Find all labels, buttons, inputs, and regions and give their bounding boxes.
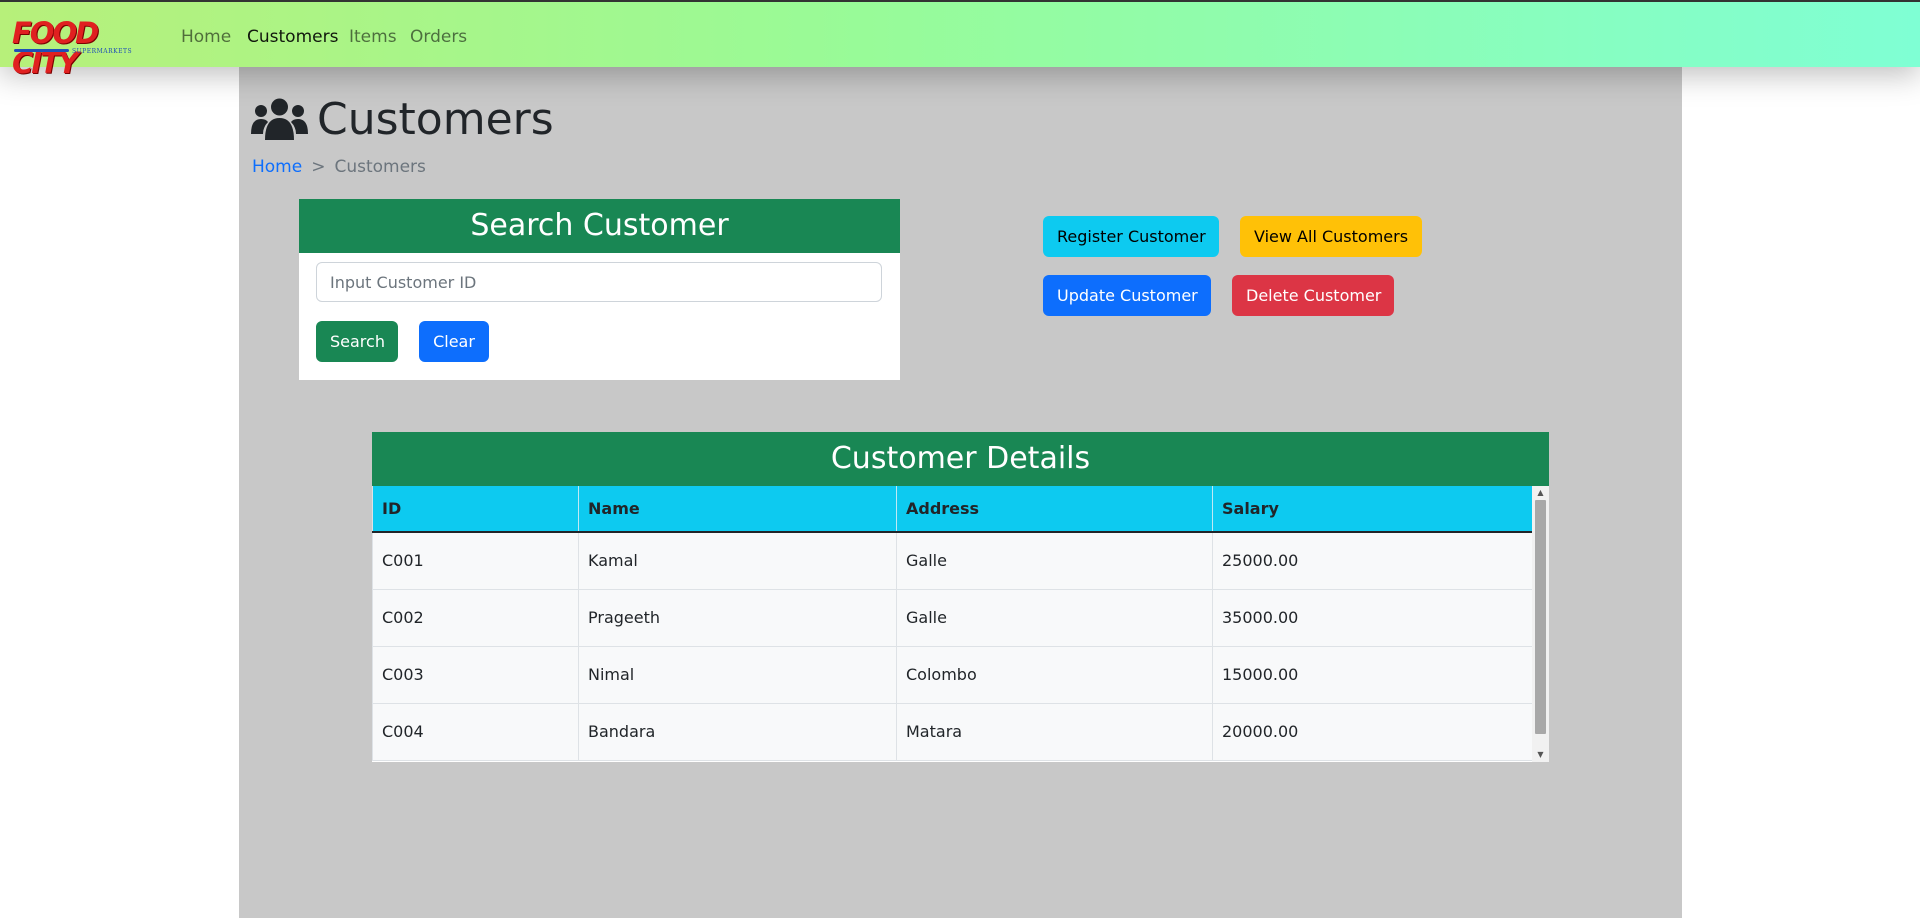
scrollbar-thumb[interactable]	[1535, 500, 1546, 734]
column-header-salary: Salary	[1212, 486, 1532, 533]
cell-name: Prageeth	[578, 589, 897, 647]
food-city-logo[interactable]: FOOD CITY SUPERMARKETS	[12, 18, 154, 78]
page-title: Customers	[317, 94, 554, 145]
column-header-address: Address	[896, 486, 1213, 533]
cell-salary: 20000.00	[1212, 703, 1532, 761]
cell-address: Galle	[896, 532, 1213, 590]
scroll-down-arrow-icon[interactable]: ▼	[1532, 748, 1549, 762]
nav-orders[interactable]: Orders	[410, 26, 467, 48]
users-icon	[251, 98, 308, 140]
cell-id: C002	[372, 589, 579, 647]
delete-customer-button[interactable]: Delete Customer	[1232, 275, 1394, 316]
customer-table-scroll-area[interactable]: ID Name Address Salary C001 Kamal Galle …	[372, 486, 1532, 762]
cell-id: C004	[372, 703, 579, 761]
column-header-name: Name	[578, 486, 897, 533]
breadcrumb-current: Customers	[334, 157, 426, 177]
cell-salary: 35000.00	[1212, 589, 1532, 647]
customer-table: ID Name Address Salary C001 Kamal Galle …	[372, 486, 1532, 761]
customer-id-input[interactable]	[316, 262, 882, 302]
cell-name: Kamal	[578, 532, 897, 590]
search-panel-heading: Search Customer	[299, 199, 900, 253]
cell-id: C003	[372, 646, 579, 704]
register-customer-button[interactable]: Register Customer	[1043, 216, 1219, 257]
breadcrumb-home-link[interactable]: Home	[252, 157, 302, 177]
column-header-id: ID	[372, 486, 579, 533]
search-customer-panel: Search Customer Search Clear	[299, 199, 900, 380]
table-row[interactable]: C004 Bandara Matara 20000.00	[372, 703, 1532, 761]
logo-underline	[14, 49, 69, 52]
scroll-up-arrow-icon[interactable]: ▲	[1532, 486, 1549, 500]
cell-name: Nimal	[578, 646, 897, 704]
customer-details-panel: Customer Details ID Name Address Salary …	[372, 432, 1549, 762]
cell-name: Bandara	[578, 703, 897, 761]
cell-address: Matara	[896, 703, 1213, 761]
cell-id: C001	[372, 532, 579, 590]
customer-details-heading: Customer Details	[372, 432, 1549, 486]
breadcrumb: Home > Customers	[252, 156, 426, 178]
table-scrollbar[interactable]: ▲ ▼	[1532, 486, 1549, 762]
update-customer-button[interactable]: Update Customer	[1043, 275, 1211, 316]
table-row[interactable]: C003 Nimal Colombo 15000.00	[372, 646, 1532, 704]
table-row[interactable]: C001 Kamal Galle 25000.00	[372, 532, 1532, 590]
top-navbar: FOOD CITY SUPERMARKETS Home Customers It…	[0, 0, 1920, 78]
nav-items[interactable]: Items	[349, 26, 397, 48]
nav-customers[interactable]: Customers	[247, 26, 338, 48]
logo-tagline: SUPERMARKETS	[72, 48, 133, 55]
clear-button[interactable]: Clear	[419, 321, 489, 362]
nav-home[interactable]: Home	[181, 26, 231, 48]
breadcrumb-separator: >	[311, 157, 326, 177]
view-all-customers-button[interactable]: View All Customers	[1240, 216, 1422, 257]
cell-salary: 15000.00	[1212, 646, 1532, 704]
table-row[interactable]: C002 Prageeth Galle 35000.00	[372, 589, 1532, 647]
cell-address: Galle	[896, 589, 1213, 647]
cell-address: Colombo	[896, 646, 1213, 704]
cell-salary: 25000.00	[1212, 532, 1532, 590]
table-header-row: ID Name Address Salary	[372, 486, 1532, 533]
search-button[interactable]: Search	[316, 321, 398, 362]
